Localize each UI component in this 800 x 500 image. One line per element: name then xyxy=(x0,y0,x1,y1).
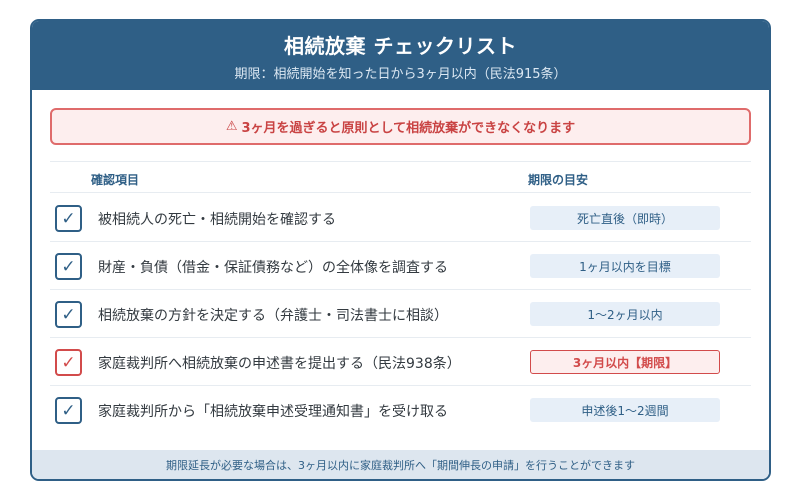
check-icon[interactable]: ✓ xyxy=(55,253,82,280)
column-header-deadline: 期限の目安 xyxy=(528,173,589,187)
check-icon[interactable]: ✓ xyxy=(55,349,82,376)
footer-note: 期限延長が必要な場合は、3ヶ月以内に家庭裁判所へ「期間伸長の申請」を行うことがで… xyxy=(32,450,769,479)
table-header: 確認項目 期限の目安 xyxy=(50,161,751,193)
checklist-item-text: 相続放棄の方針を決定する（弁護士・司法書士に相談） xyxy=(98,308,448,324)
checklist-row: ✓ 財産・負債（借金・保証債務など）の全体像を調査する 1ヶ月以内を目標 xyxy=(50,242,751,290)
checklist-row: ✓ 被相続人の死亡・相続開始を確認する 死亡直後（即時） xyxy=(50,194,751,242)
checklist-row: ✓ 家庭裁判所から「相続放棄申述受理通知書」を受け取る 申述後1〜2週間 xyxy=(50,386,751,434)
checklist-row: ✓ 相続放棄の方針を決定する（弁護士・司法書士に相談） 1〜2ヶ月以内 xyxy=(50,290,751,338)
card-header: 相続放棄 チェックリスト 期限：相続開始を知った日から3ヶ月以内（民法915条） xyxy=(32,21,769,90)
checklist-item-text: 被相続人の死亡・相続開始を確認する xyxy=(98,212,336,228)
check-icon[interactable]: ✓ xyxy=(55,397,82,424)
check-icon[interactable]: ✓ xyxy=(55,205,82,232)
checklist-item-text: 家庭裁判所から「相続放棄申述受理通知書」を受け取る xyxy=(98,404,448,420)
page-subtitle: 期限：相続開始を知った日から3ヶ月以内（民法915条） xyxy=(234,67,567,82)
deadline-badge-urgent: 3ヶ月以内【期限】 xyxy=(530,350,720,374)
deadline-badge: 申述後1〜2週間 xyxy=(530,398,720,422)
warning-text: 3ヶ月を過ぎると原則として相続放棄ができなくなります xyxy=(241,121,576,136)
checklist-item-text: 家庭裁判所へ相続放棄の申述書を提出する（民法938条） xyxy=(98,356,461,372)
checklist-row-urgent: ✓ 家庭裁判所へ相続放棄の申述書を提出する（民法938条） 3ヶ月以内【期限】 xyxy=(50,338,751,386)
warning-triangle-icon: ⚠ xyxy=(225,119,238,134)
deadline-badge: 1ヶ月以内を目標 xyxy=(530,254,720,278)
check-icon[interactable]: ✓ xyxy=(55,301,82,328)
warning-banner: ⚠ 3ヶ月を過ぎると原則として相続放棄ができなくなります xyxy=(50,108,751,145)
page-title: 相続放棄 チェックリスト xyxy=(284,34,517,58)
checklist-card: 相続放棄 チェックリスト 期限：相続開始を知った日から3ヶ月以内（民法915条）… xyxy=(30,19,771,481)
deadline-badge: 死亡直後（即時） xyxy=(530,206,720,230)
checklist-item-text: 財産・負債（借金・保証債務など）の全体像を調査する xyxy=(98,260,448,276)
column-header-item: 確認項目 xyxy=(91,173,140,187)
deadline-badge: 1〜2ヶ月以内 xyxy=(530,302,720,326)
